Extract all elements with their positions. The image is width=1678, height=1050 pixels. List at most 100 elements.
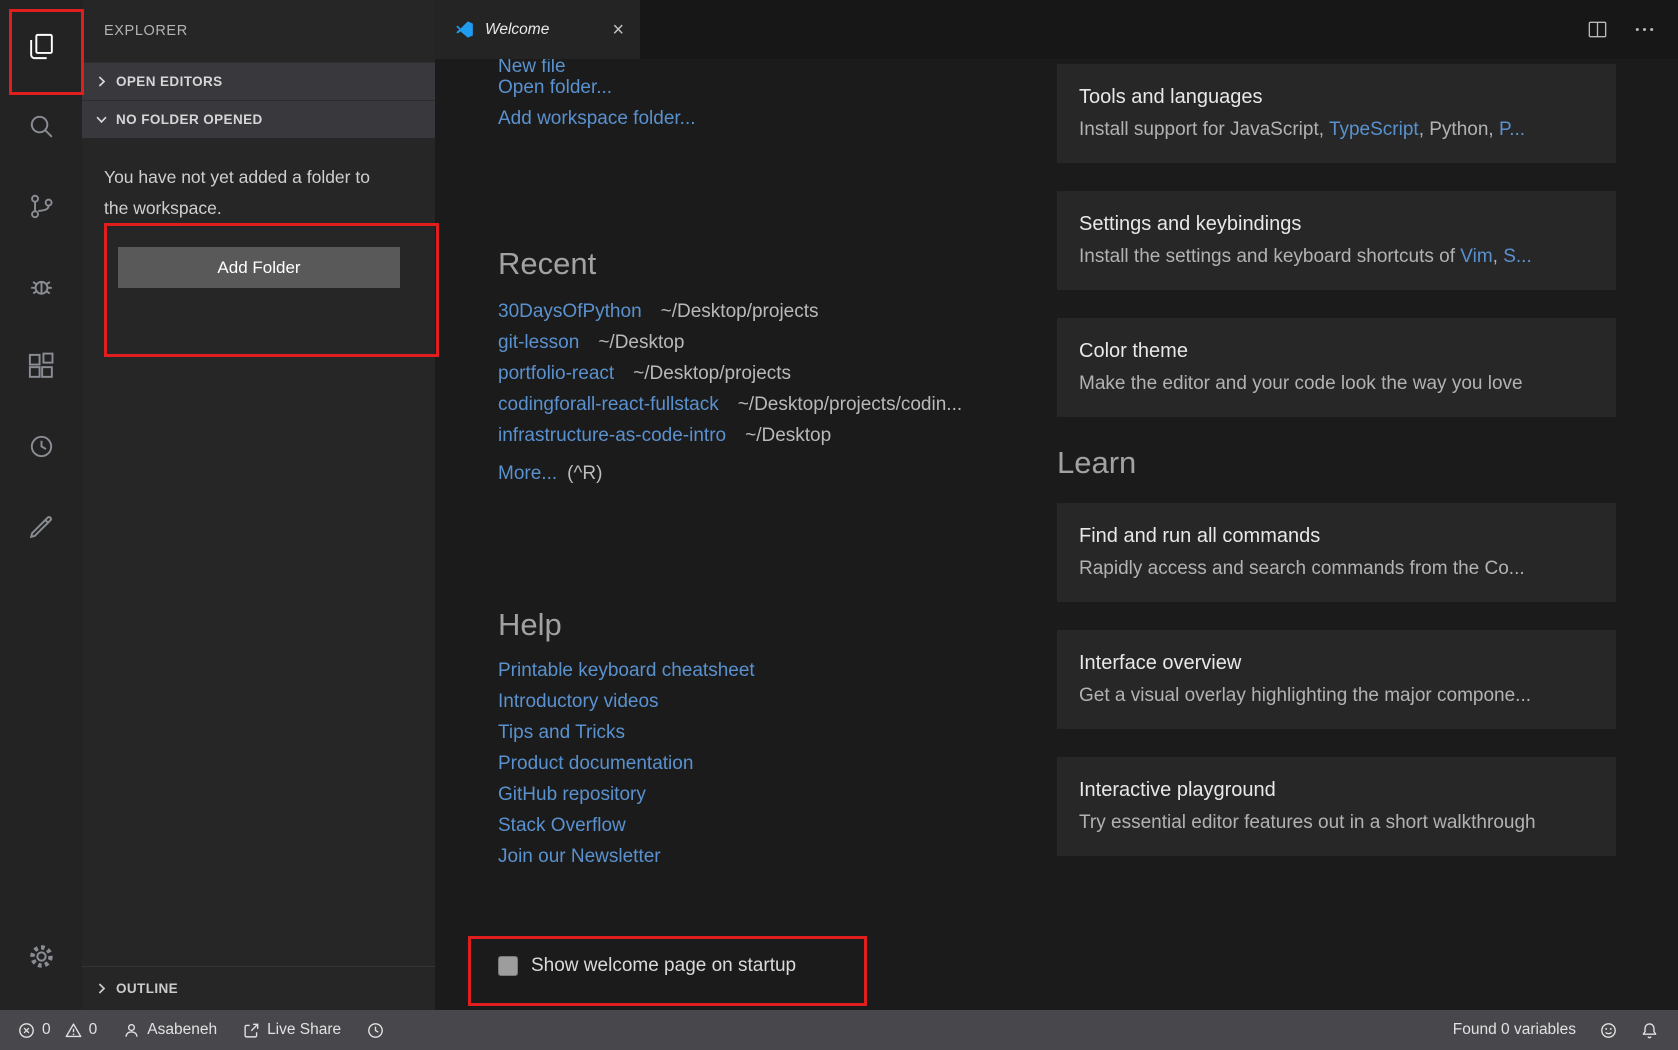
recent-item: git-lesson ~/Desktop [498,327,1050,358]
error-icon [18,1022,35,1039]
recent-item-link[interactable]: infrastructure-as-code-intro [498,425,726,446]
new-file-link-clipped: New file [498,59,1050,72]
explorer-sidebar: EXPLORER OPEN EDITORS NO FOLDER OPENED Y… [82,0,435,1010]
help-link-tips-and-tricks[interactable]: Tips and Tricks [498,717,1050,748]
outline-label: OUTLINE [116,981,178,996]
tab-close-icon[interactable]: × [612,20,624,40]
welcome-right-column: Tools and languages Install support for … [1057,64,1616,884]
card-interface-overview[interactable]: Interface overview Get a visual overlay … [1057,630,1616,729]
help-link-product-documentation[interactable]: Product documentation [498,748,1050,779]
card-settings-and-keybindings[interactable]: Settings and keybindings Install the set… [1057,191,1616,290]
activity-debug-button[interactable] [0,246,82,326]
files-icon [26,31,57,62]
add-folder-button[interactable]: Add Folder [118,247,400,288]
recent-item-link[interactable]: codingforall-react-fullstack [498,394,719,415]
extensions-icon [26,351,57,382]
live-share-label: Live Share [267,1021,341,1039]
card-interactive-playground[interactable]: Interactive playground Try essential edi… [1057,757,1616,856]
editor-actions [1586,0,1678,59]
card-title: Interface overview [1079,650,1594,676]
tab-title: Welcome [485,21,601,39]
add-workspace-folder-link[interactable]: Add workspace folder... [498,103,1050,134]
open-folder-link[interactable]: Open folder... [498,72,1050,103]
timer-status[interactable] [367,1022,384,1039]
recent-item-link[interactable]: git-lesson [498,332,579,353]
activity-timeline-button[interactable] [0,406,82,486]
recent-item: portfolio-react~/Desktop/projects [498,358,1050,389]
no-folder-label: NO FOLDER OPENED [116,112,263,127]
welcome-left-column: New file Open folder... Add workspace fo… [498,59,1050,977]
recent-item-path: ~/Desktop/projects [661,301,819,322]
recent-item-link[interactable]: portfolio-react [498,363,614,384]
tab-welcome[interactable]: Welcome × [435,0,640,59]
live-share-status[interactable]: Live Share [243,1021,341,1039]
card-color-theme[interactable]: Color theme Make the editor and your cod… [1057,318,1616,417]
activity-bar [0,0,82,1010]
no-folder-section-header[interactable]: NO FOLDER OPENED [82,100,435,138]
error-count: 0 [42,1021,51,1039]
card-title: Interactive playground [1079,777,1594,803]
chevron-down-icon [93,111,110,128]
editor-area: Welcome × New file Open folder... Add wo… [435,0,1678,1010]
card-title: Color theme [1079,338,1594,364]
help-link-introductory-videos[interactable]: Introductory videos [498,686,1050,717]
open-editors-section-header[interactable]: OPEN EDITORS [82,62,435,100]
pen-icon [26,511,57,542]
recent-more-row: More... (^R) [498,458,1050,489]
startup-checkbox-row: Show welcome page on startup [498,955,1050,977]
warning-icon [65,1022,82,1039]
activity-extension-pen-button[interactable] [0,486,82,566]
activity-settings-button[interactable] [0,916,82,996]
card-description: Install support for JavaScript, TypeScri… [1079,117,1594,143]
card-find-run-commands[interactable]: Find and run all commands Rapidly access… [1057,503,1616,602]
smiley-feedback-icon[interactable] [1600,1022,1617,1039]
card-description: Rapidly access and search commands from … [1079,556,1594,582]
truncated-link[interactable]: S... [1503,246,1532,267]
recent-item: codingforall-react-fullstack ~/Desktop/pr… [498,389,1050,420]
typescript-link[interactable]: TypeScript [1329,119,1419,140]
outline-section-header[interactable]: OUTLINE [82,966,435,1010]
card-description: Make the editor and your code look the w… [1079,371,1594,397]
new-file-link[interactable]: New file [498,59,566,72]
vim-link[interactable]: Vim [1460,246,1492,267]
truncated-link[interactable]: P... [1499,119,1525,140]
activity-search-button[interactable] [0,86,82,166]
status-bar-right: Found 0 variables [1453,1021,1658,1039]
startup-checkbox[interactable] [498,956,518,976]
account-status[interactable]: Asabeneh [123,1021,217,1039]
help-link-join-newsletter[interactable]: Join our Newsletter [498,841,1050,872]
clock-icon [367,1022,384,1039]
more-actions-icon[interactable] [1633,18,1656,41]
found-variables-status: Found 0 variables [1453,1021,1576,1039]
card-description: Install the settings and keyboard shortc… [1079,244,1594,270]
debug-bug-icon [26,271,57,302]
recent-item-path: ~/Desktop/projects/codin... [738,394,962,415]
recent-item-path: ~/Desktop [745,425,831,446]
no-folder-message: You have not yet added a folder to the w… [104,162,399,224]
source-control-icon [26,191,57,222]
card-title: Find and run all commands [1079,523,1594,549]
recent-item: infrastructure-as-code-intro ~/Desktop [498,420,1050,451]
recent-item: 30DaysOfPython ~/Desktop/projects [498,296,1050,327]
gear-icon [26,941,57,972]
recent-more-shortcut: (^R) [567,463,602,484]
recent-item-path: ~/Desktop [598,332,684,353]
recent-item-link[interactable]: 30DaysOfPython [498,301,642,322]
recent-list: 30DaysOfPython ~/Desktop/projects git-les… [498,296,1050,451]
help-link-stack-overflow[interactable]: Stack Overflow [498,810,1050,841]
card-tools-and-languages[interactable]: Tools and languages Install support for … [1057,64,1616,163]
share-icon [243,1022,260,1039]
activity-extensions-button[interactable] [0,326,82,406]
recent-more-link[interactable]: More... [498,463,557,484]
activity-source-control-button[interactable] [0,166,82,246]
problems-status[interactable]: 0 0 [18,1021,97,1039]
split-editor-icon[interactable] [1586,18,1609,41]
vscode-logo-icon [455,20,474,39]
help-link-keyboard-cheatsheet[interactable]: Printable keyboard cheatsheet [498,655,1050,686]
card-title: Settings and keybindings [1079,211,1594,237]
help-link-github-repository[interactable]: GitHub repository [498,779,1050,810]
activity-explorer-button[interactable] [0,6,82,86]
help-list: Printable keyboard cheatsheet Introducto… [498,655,1050,872]
chevron-right-icon [93,980,110,997]
bell-notifications-icon[interactable] [1641,1022,1658,1039]
